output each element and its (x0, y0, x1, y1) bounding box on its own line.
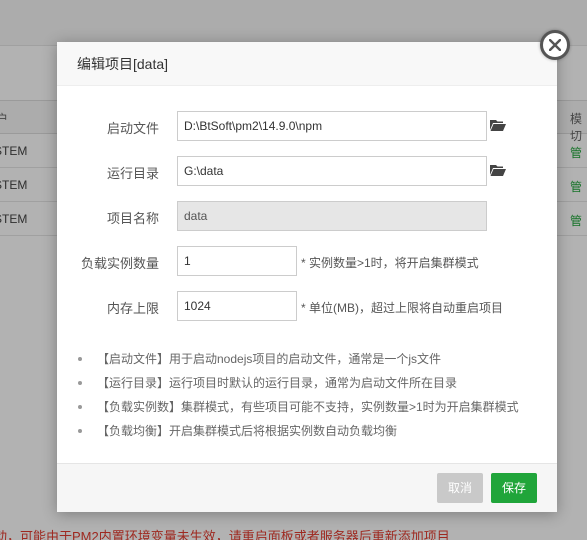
run-dir-label: 运行目录 (106, 166, 159, 181)
memory-input[interactable] (177, 291, 297, 321)
bullet-icon (78, 405, 82, 409)
run-dir-row: 运行目录 (57, 156, 557, 186)
start-file-input[interactable] (177, 111, 487, 141)
list-item: 【启动文件】用于启动nodejs项目的启动文件，通常是一个js文件 (75, 347, 519, 371)
tip-text: 【负载均衡】开启集群模式后将根据实例数自动负载均衡 (97, 424, 398, 438)
close-icon (549, 39, 561, 51)
start-file-row: 启动文件 (57, 111, 557, 141)
project-name-row: 项目名称 (57, 201, 557, 231)
memory-row: 内存上限 * 单位(MB)，超过上限将自动重启项目 (57, 291, 557, 321)
instances-row: 负载实例数量 * 实例数量>1时，将开启集群模式 (57, 246, 557, 276)
folder-open-icon[interactable] (490, 163, 506, 177)
save-button[interactable]: 保存 (491, 473, 538, 503)
help-tips-list: 【启动文件】用于启动nodejs项目的启动文件，通常是一个js文件 【运行目录】… (75, 347, 519, 443)
cancel-button[interactable]: 取消 (437, 473, 484, 503)
edit-project-dialog: 编辑项目[data] 启动文件 运行目录 项目名称 负载实例数量 * 实例数量>… (57, 42, 557, 512)
tip-text: 【负载实例数】集群模式，有些项目可能不支持，实例数量>1时为开启集群模式 (97, 400, 519, 414)
close-dialog-button[interactable] (540, 30, 570, 60)
tip-text: 【启动文件】用于启动nodejs项目的启动文件，通常是一个js文件 (97, 352, 442, 366)
bullet-icon (78, 381, 82, 385)
list-item: 【运行目录】运行项目时默认的运行目录，通常为启动文件所在目录 (75, 371, 519, 395)
list-item: 【负载均衡】开启集群模式后将根据实例数自动负载均衡 (75, 419, 519, 443)
run-dir-input[interactable] (177, 156, 487, 186)
bullet-icon (78, 357, 82, 361)
memory-label: 内存上限 (106, 301, 159, 316)
instances-hint: * 实例数量>1时，将开启集群模式 (301, 256, 479, 270)
instances-input[interactable] (177, 246, 297, 276)
instances-label: 负载实例数量 (80, 256, 159, 271)
tip-text: 【运行目录】运行项目时默认的运行目录，通常为启动文件所在目录 (97, 376, 458, 390)
project-name-input (177, 201, 487, 231)
dialog-footer: 取消 保存 (57, 463, 557, 512)
list-item: 【负载实例数】集群模式，有些项目可能不支持，实例数量>1时为开启集群模式 (75, 395, 519, 419)
memory-hint: * 单位(MB)，超过上限将自动重启项目 (301, 301, 503, 315)
dialog-title: 编辑项目[data] (57, 42, 557, 86)
project-name-label: 项目名称 (106, 211, 159, 226)
start-file-label: 启动文件 (106, 121, 159, 136)
folder-open-icon[interactable] (490, 118, 506, 132)
bullet-icon (78, 429, 82, 433)
